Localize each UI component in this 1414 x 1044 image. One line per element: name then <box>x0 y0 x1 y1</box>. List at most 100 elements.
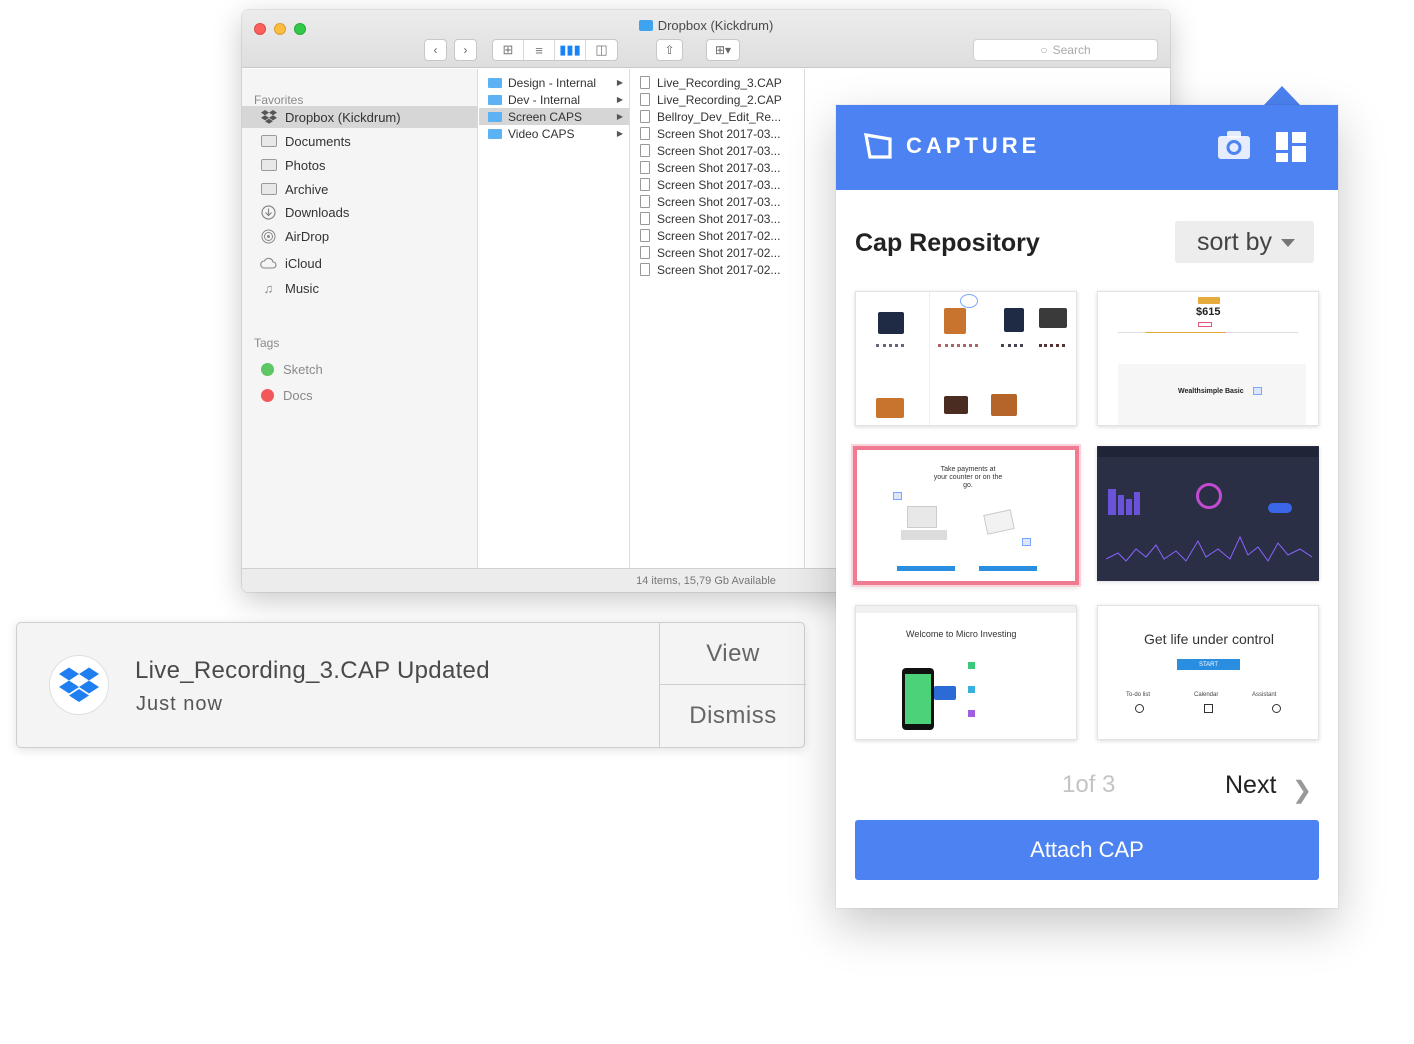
file-row[interactable]: Bellroy_Dev_Edit_Re... <box>631 108 804 125</box>
sidebar-item-photos[interactable]: Photos <box>242 154 478 176</box>
terminal-image <box>907 506 937 528</box>
chevron-right-icon[interactable]: ❯ <box>1292 776 1312 805</box>
cap-thumbnail[interactable]: Get life under control START To-do list … <box>1097 605 1319 740</box>
dropbox-icon <box>260 110 277 124</box>
notification-actions: View Dismiss <box>659 623 806 747</box>
triangle-right-icon: ▶ <box>616 95 623 104</box>
cap-thumbnail[interactable]: Welcome to Micro Investing <box>855 605 1077 740</box>
sidebar-tag-docs[interactable]: Docs <box>242 384 478 406</box>
chevron-left-icon: ‹ <box>433 43 438 57</box>
dashboard-icon[interactable] <box>1276 132 1306 162</box>
sidebar-item-airdrop[interactable]: AirDrop <box>242 225 478 247</box>
file-row[interactable]: Screen Shot 2017-03... <box>631 210 804 227</box>
feature-label: To-do list <box>1126 692 1151 698</box>
search-field[interactable]: ○ Search <box>973 39 1158 61</box>
list-view-button[interactable]: ≡ <box>524 40 555 60</box>
plan-card <box>1118 364 1306 425</box>
airdrop-icon <box>260 229 277 243</box>
file-row[interactable]: Screen Shot 2017-02... <box>631 227 804 244</box>
sidebar-item-dropbox[interactable]: Dropbox (Kickdrum) <box>242 106 478 128</box>
sidebar-item-icloud[interactable]: iCloud <box>242 252 478 274</box>
document-icon <box>640 178 650 191</box>
folder-row[interactable]: Design - Internal ▶ <box>479 74 629 91</box>
highlight-box <box>1198 322 1212 327</box>
file-row[interactable]: Screen Shot 2017-03... <box>631 176 804 193</box>
document-icon <box>640 229 650 242</box>
file-column: Live_Recording_3.CAP Live_Recording_2.CA… <box>631 69 805 568</box>
folder-row[interactable]: Screen CAPS ▶ <box>479 108 629 125</box>
green-tag-dot <box>261 362 274 376</box>
caret-down-icon <box>1281 239 1295 247</box>
file-row[interactable]: Screen Shot 2017-03... <box>631 142 804 159</box>
column-view-button[interactable]: ▮▮▮ <box>555 40 586 60</box>
wallet-image <box>1039 308 1067 328</box>
browser-bar <box>856 606 1076 613</box>
thumb-heading: Welcome to Micro Investing <box>906 629 1017 639</box>
share-button[interactable]: ⇧ <box>656 39 683 61</box>
icon-view-button[interactable]: ⊞ <box>493 40 524 60</box>
arrange-button[interactable]: ⊞▾ <box>706 39 740 61</box>
thumb-button <box>979 566 1037 571</box>
folder-icon <box>260 134 277 148</box>
folder-column: Design - Internal ▶ Dev - Internal ▶ Scree… <box>479 69 630 568</box>
file-row[interactable]: Live_Recording_3.CAP <box>631 74 804 91</box>
folder-row[interactable]: Video CAPS ▶ <box>479 125 629 142</box>
file-row[interactable]: Screen Shot 2017-02... <box>631 244 804 261</box>
comment-icon <box>1022 538 1031 546</box>
folder-icon <box>260 158 277 172</box>
sort-dropdown[interactable]: sort by <box>1175 221 1314 263</box>
thumb-heading: Take payments at your counter or on the … <box>933 466 1003 489</box>
notification-title: Live_Recording_3.CAP Updated <box>135 657 490 684</box>
wallet-image <box>991 394 1017 416</box>
sidebar-item-documents[interactable]: Documents <box>242 130 478 152</box>
calendar-icon <box>1204 704 1213 713</box>
sidebar-item-downloads[interactable]: Downloads <box>242 201 478 223</box>
folder-row[interactable]: Dev - Internal ▶ <box>479 91 629 108</box>
capture-panel: CAPTURE Cap Repository sort by $615 Weal… <box>836 105 1338 908</box>
sidebar-tag-sketch[interactable]: Sketch <box>242 358 478 380</box>
file-row[interactable]: Screen Shot 2017-03... <box>631 125 804 142</box>
back-button[interactable]: ‹ <box>424 39 447 61</box>
dropbox-notification: Live_Recording_3.CAP Updated Just now Vi… <box>16 622 806 748</box>
camera-icon[interactable] <box>1217 130 1251 160</box>
cover-flow-button[interactable]: ◫ <box>586 40 617 60</box>
file-row[interactable]: Screen Shot 2017-02... <box>631 261 804 278</box>
wallet-image <box>876 398 904 418</box>
cap-thumbnail-selected[interactable]: Take payments at your counter or on the … <box>853 446 1079 585</box>
arrange-icon: ⊞▾ <box>714 43 732 57</box>
forward-button[interactable]: › <box>454 39 477 61</box>
dismiss-button[interactable]: Dismiss <box>660 685 806 747</box>
bar <box>1108 489 1116 515</box>
capture-header: CAPTURE <box>836 105 1338 190</box>
color-swatches <box>876 344 904 347</box>
sidebar-item-archive[interactable]: Archive <box>242 178 478 200</box>
document-icon <box>640 127 650 140</box>
attach-cap-button[interactable]: Attach CAP <box>855 820 1319 880</box>
document-icon <box>640 246 650 259</box>
share-icon: ⇧ <box>664 43 675 57</box>
view-button[interactable]: View <box>660 623 806 685</box>
wallet-image <box>878 312 904 334</box>
cap-thumbnail[interactable] <box>855 291 1077 426</box>
document-icon <box>640 93 650 106</box>
cap-thumbnail[interactable] <box>1097 446 1319 581</box>
file-row[interactable]: Live_Recording_2.CAP <box>631 91 804 108</box>
file-row[interactable]: Screen Shot 2017-03... <box>631 193 804 210</box>
dashboard-topbar <box>1098 447 1318 457</box>
next-button[interactable]: Next <box>1225 771 1276 800</box>
tags-heading: Tags <box>254 336 280 350</box>
popover-caret <box>1263 86 1301 106</box>
cap-thumbnail[interactable]: $615 Wealthsimple Basic <box>1097 291 1319 426</box>
highlight-circle <box>960 294 978 308</box>
finder-titlebar: Dropbox (Kickdrum) ‹ › ⊞ ≡ ▮▮▮ ◫ ⇧ ⊞▾ ○ … <box>242 10 1170 68</box>
sparkline-chart <box>1106 535 1312 562</box>
red-tag-dot <box>261 388 274 402</box>
file-row[interactable]: Screen Shot 2017-03... <box>631 159 804 176</box>
gauge-ring <box>1196 483 1222 509</box>
folder-icon <box>488 94 502 105</box>
check-icon <box>1135 704 1144 713</box>
folder-icon <box>638 20 653 31</box>
favorites-heading: Favorites <box>254 93 304 107</box>
sidebar-item-music[interactable]: ♫ Music <box>242 277 478 299</box>
finder-sidebar: Favorites Dropbox (Kickdrum) Documents P… <box>242 69 478 568</box>
